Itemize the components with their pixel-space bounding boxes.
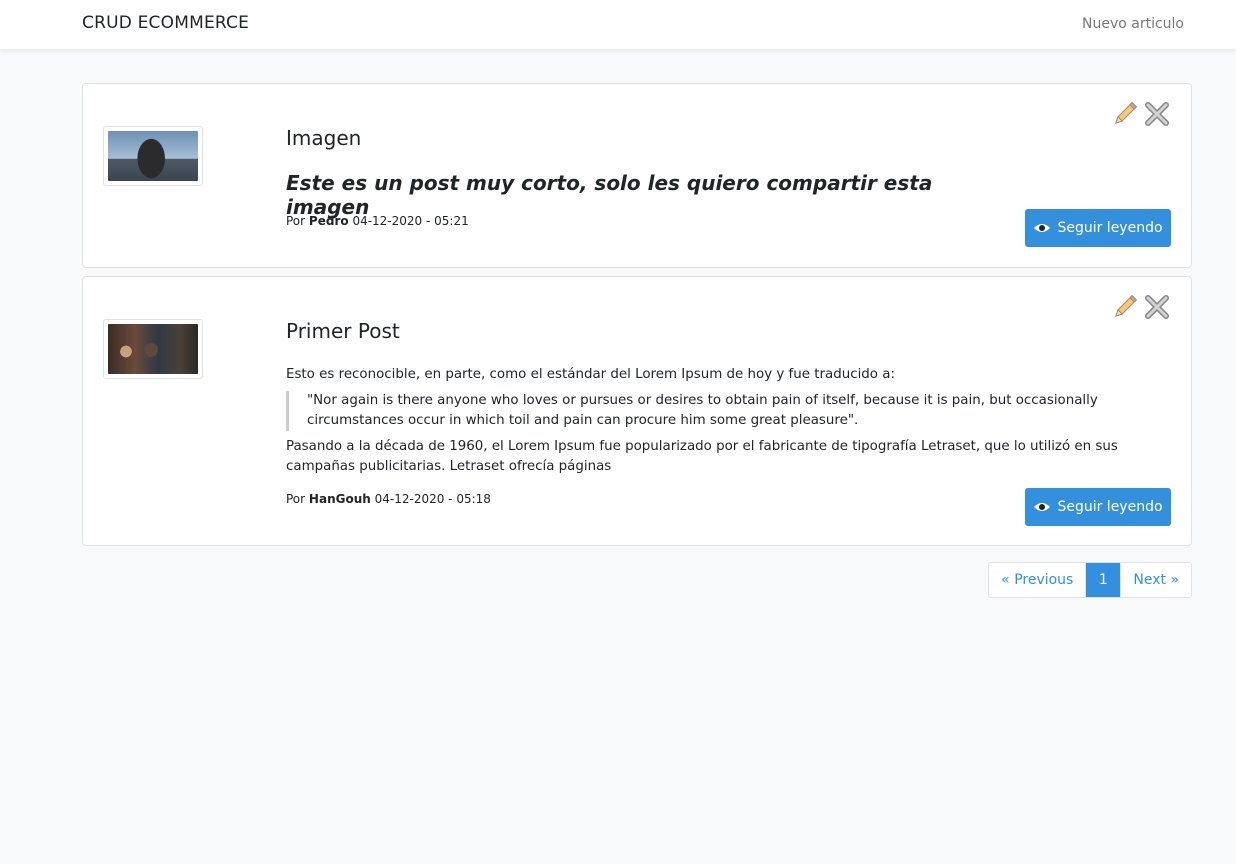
post-thumbnail[interactable]	[103, 126, 203, 186]
edit-pencil-icon[interactable]	[1111, 293, 1139, 321]
post-date: 04-12-2020 - 05:21	[352, 214, 469, 228]
post-body: Esto es reconocible, en parte, como el e…	[286, 365, 1166, 483]
post-actions	[1111, 100, 1171, 128]
post-paragraph: Pasando a la década de 1960, el Lorem Ip…	[286, 439, 1118, 474]
edit-pencil-icon[interactable]	[1111, 100, 1139, 128]
post-actions	[1111, 293, 1171, 321]
delete-x-icon[interactable]	[1143, 100, 1171, 128]
post-image	[108, 324, 198, 374]
post-date: 04-12-2020 - 05:18	[374, 492, 491, 506]
post-card: Primer Post Esto es reconocible, en part…	[82, 276, 1192, 546]
eye-icon	[1034, 224, 1051, 232]
pagination-next[interactable]: Next »	[1120, 563, 1191, 597]
pagination: « Previous 1 Next »	[988, 562, 1192, 598]
post-image	[108, 131, 198, 181]
post-card: Imagen Este es un post muy corto, solo l…	[82, 83, 1192, 268]
post-blockquote: "Nor again is there anyone who loves or …	[286, 391, 1166, 431]
post-paragraph: Esto es reconocible, en parte, como el e…	[286, 367, 895, 382]
new-article-link[interactable]: Nuevo articulo	[1082, 16, 1184, 32]
top-navbar: CRUD ECOMMERCE Nuevo articulo	[0, 0, 1236, 50]
read-more-button[interactable]: Seguir leyendo	[1025, 488, 1171, 526]
delete-x-icon[interactable]	[1143, 293, 1171, 321]
post-title: Imagen	[286, 126, 362, 150]
pagination-page-1[interactable]: 1	[1085, 563, 1121, 597]
post-lead: Este es un post muy corto, solo les quie…	[286, 171, 933, 219]
meta-prefix: Por	[286, 214, 306, 228]
post-title: Primer Post	[286, 319, 400, 343]
brand-logo[interactable]: CRUD ECOMMERCE	[82, 13, 249, 33]
post-meta: Por Pedro 04-12-2020 - 05:21	[286, 214, 469, 228]
read-more-button[interactable]: Seguir leyendo	[1025, 209, 1171, 247]
read-more-label: Seguir leyendo	[1057, 499, 1163, 515]
post-author: Pedro	[308, 214, 349, 228]
read-more-label: Seguir leyendo	[1057, 220, 1163, 236]
post-thumbnail[interactable]	[103, 319, 203, 379]
post-meta: Por HanGouh 04-12-2020 - 05:18	[286, 492, 491, 506]
eye-icon	[1034, 503, 1051, 511]
pagination-previous[interactable]: « Previous	[989, 563, 1085, 597]
post-author: HanGouh	[308, 492, 371, 506]
meta-prefix: Por	[286, 492, 306, 506]
